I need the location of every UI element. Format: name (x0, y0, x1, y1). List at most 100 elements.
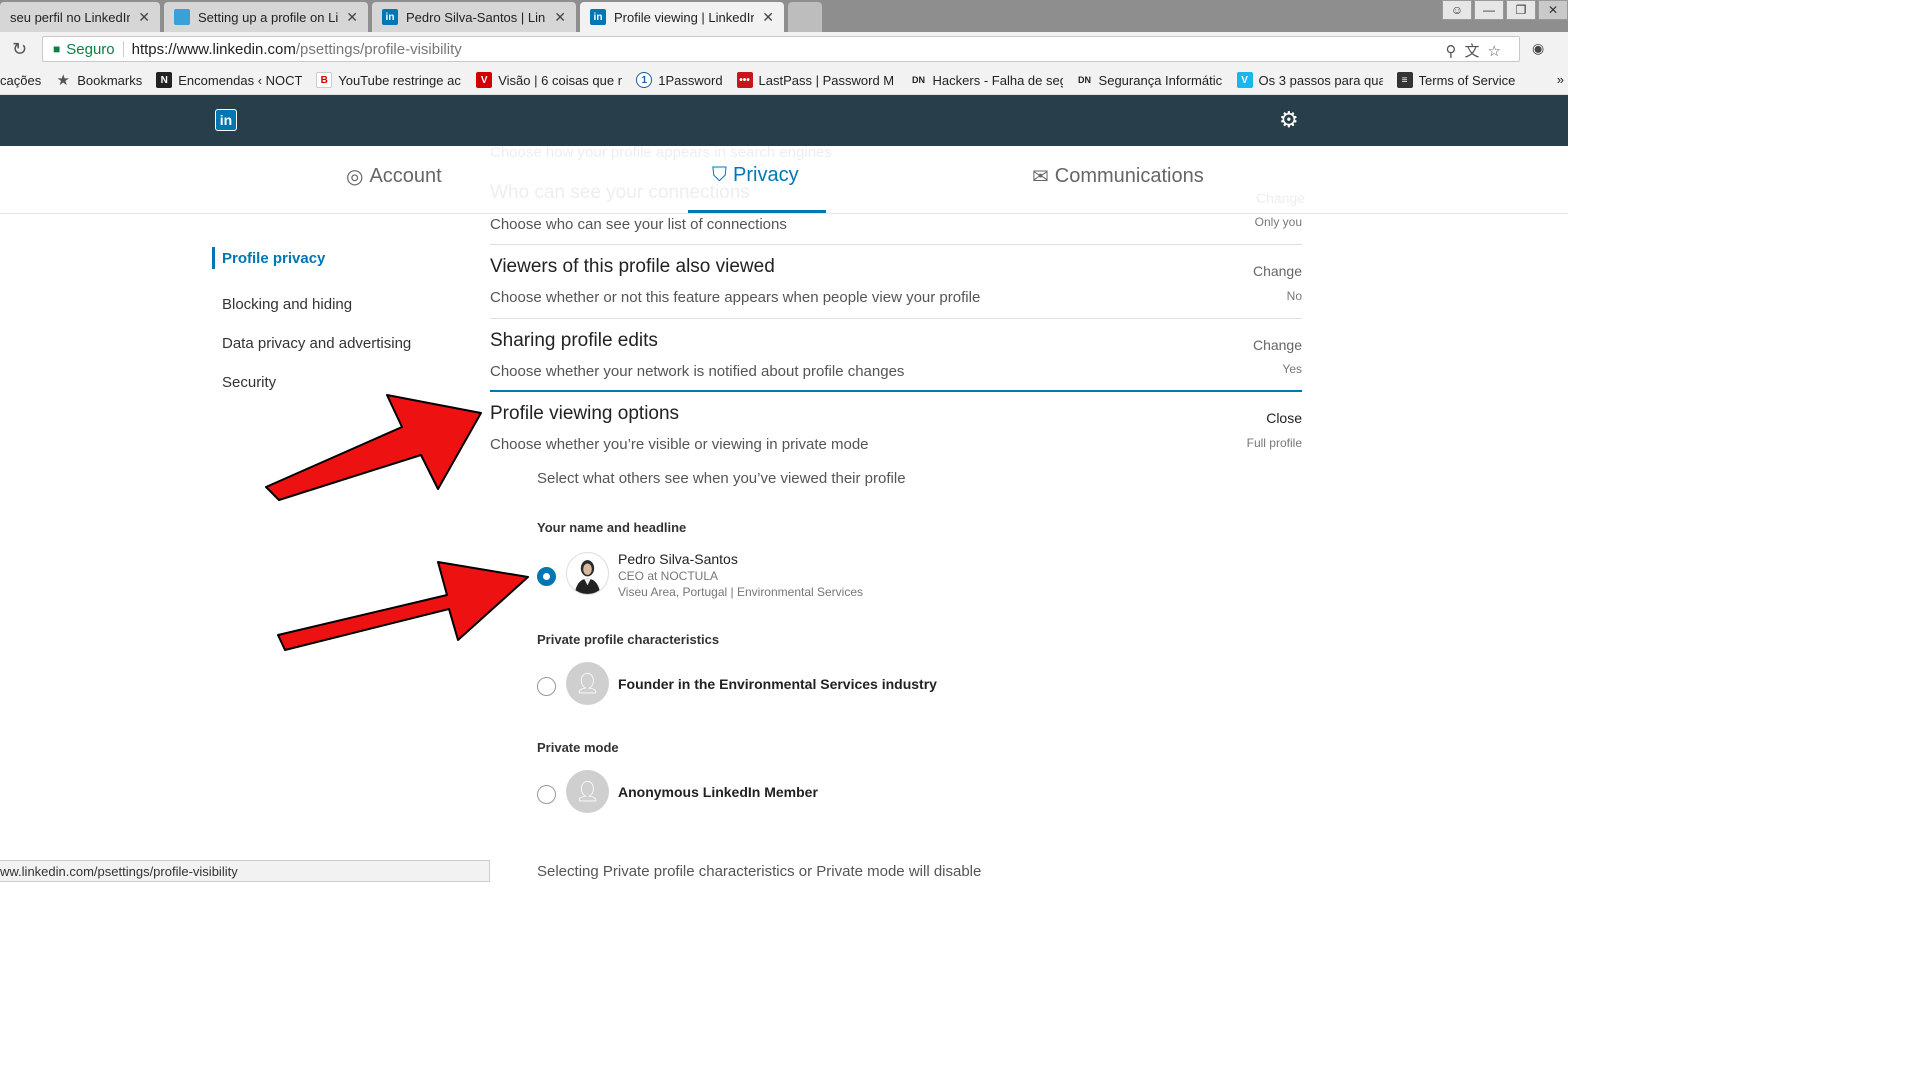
omnibox-separator (122, 41, 124, 57)
sidebar-item-label: Security (222, 374, 277, 391)
new-tab-button[interactable] (788, 2, 822, 32)
settings-nav: Choose how your profile appears in searc… (0, 144, 1568, 214)
site-favicon-icon (174, 9, 190, 25)
bookmark-label: Encomendas ‹ NOCTU (178, 72, 303, 88)
secure-label: Seguro (66, 40, 115, 58)
radio-private-mode[interactable] (537, 785, 556, 804)
tab-title: Pedro Silva-Santos | Link (406, 9, 547, 25)
avatar (566, 552, 609, 595)
extension-icon[interactable]: ◉ (1532, 40, 1552, 58)
close-tab-icon[interactable]: ✕ (762, 9, 774, 26)
sidebar-item-label: Data privacy and advertising (222, 335, 412, 352)
option-name: Anonymous LinkedIn Member (618, 784, 818, 800)
linkedin-logo-icon[interactable]: in (215, 109, 237, 131)
divider (490, 244, 1302, 245)
option-name: Founder in the Environmental Services in… (618, 676, 937, 692)
divider (490, 318, 1302, 319)
private-mode-footnote: Selecting Private profile characteristic… (537, 863, 982, 880)
tab-privacy[interactable]: ⛉ Privacy (712, 164, 799, 187)
linkedin-favicon-icon: in (382, 9, 398, 25)
dn-icon: DN (1078, 75, 1092, 85)
radio-private-characteristics[interactable] (537, 677, 556, 696)
bookmark-item[interactable]: ••• LastPass | Password M (736, 72, 897, 88)
dn-icon: DN (912, 75, 926, 85)
option-heading: Private mode (537, 740, 619, 755)
sidebar-item-profile-privacy[interactable]: Profile privacy (212, 247, 411, 269)
bookmark-label: Bookmarks (77, 72, 143, 88)
status-bar: ww.linkedin.com/psettings/profile-visibi… (0, 860, 490, 882)
radio-name-and-headline[interactable] (537, 567, 556, 586)
sidebar-item-data-privacy[interactable]: Data privacy and advertising (212, 324, 411, 363)
zoom-icon[interactable]: ⚲ (1446, 43, 1465, 60)
reload-icon[interactable]: ↻ (12, 39, 27, 60)
translate-icon[interactable]: 文 (1465, 43, 1488, 60)
scrolled-behind-text: Choose how your profile appears in searc… (490, 144, 832, 161)
user-profile-icon[interactable]: ☺ (1442, 0, 1472, 20)
tab-label: Privacy (733, 164, 799, 186)
sharing-change-button[interactable]: Change (1253, 337, 1302, 353)
profile-viewing-close-button[interactable]: Close (1266, 410, 1302, 426)
viewers-setting-title[interactable]: Viewers of this profile also viewed (490, 256, 775, 278)
bookmark-label: Segurança Informátic (1098, 72, 1223, 88)
sidebar-item-label: Blocking and hiding (222, 296, 353, 313)
browser-tab-active[interactable]: in Profile viewing | LinkedIn ✕ (580, 2, 784, 32)
bookmark-item[interactable]: cações (0, 73, 41, 88)
browser-tab[interactable]: Setting up a profile on Li ✕ (164, 2, 368, 32)
option-name: Pedro Silva-Santos (618, 551, 738, 567)
browser-tab[interactable]: seu perfil no LinkedIn ✕ (0, 2, 160, 32)
lastpass-icon: ••• (736, 72, 753, 88)
bookmark-item[interactable]: DN Hackers - Falha de seg (911, 72, 1063, 88)
sidebar-item-security[interactable]: Security (212, 363, 411, 402)
bookmark-item[interactable]: V Os 3 passos para qual (1236, 72, 1383, 88)
close-window-icon[interactable]: ✕ (1538, 0, 1568, 20)
profile-viewing-title[interactable]: Profile viewing options (490, 403, 679, 425)
tab-communications[interactable]: ✉ Communications (1032, 164, 1204, 189)
bookmark-label: Visão | 6 coisas que n (498, 72, 623, 88)
url-host: https://www.linkedin.com (131, 40, 296, 58)
url-input[interactable]: ■ Seguro https://www.linkedin.com/psetti… (42, 36, 1520, 62)
b9-icon: B (316, 72, 333, 88)
minimize-icon[interactable]: — (1474, 0, 1504, 20)
profile-viewing-value: Full profile (1246, 436, 1302, 450)
vimeo-icon: V (1236, 72, 1253, 88)
person-silhouette-icon: 👤︎ (574, 781, 601, 803)
envelope-icon: ✉ (1032, 166, 1049, 188)
bookmarks-overflow-button[interactable]: » (1557, 72, 1564, 87)
sharing-setting-title[interactable]: Sharing profile edits (490, 330, 658, 352)
bookmark-label: Os 3 passos para qual (1258, 72, 1383, 88)
close-tab-icon[interactable]: ✕ (346, 9, 358, 26)
bookmark-item[interactable]: N Encomendas ‹ NOCTU (156, 72, 302, 88)
viewers-value: No (1286, 289, 1302, 303)
maximize-icon[interactable]: ❐ (1506, 0, 1536, 20)
bookmark-label: YouTube restringe ac (338, 72, 461, 88)
tab-account[interactable]: ◎ Account (346, 164, 442, 189)
tab-label: Communications (1054, 165, 1204, 187)
bookmark-label: cações (0, 72, 42, 88)
gear-icon[interactable]: ⚙ (1279, 107, 1299, 133)
bookmark-item[interactable]: V Visão | 6 coisas que n (476, 72, 622, 88)
window-controls: ☺ — ❐ ✕ (1440, 0, 1568, 24)
close-tab-icon[interactable]: ✕ (554, 9, 566, 26)
viewers-change-button[interactable]: Change (1253, 263, 1302, 279)
bookmark-item[interactable]: 1 1Password (636, 72, 723, 88)
bookmark-item[interactable]: ★ Bookmarks (55, 72, 143, 89)
bookmark-item[interactable]: B YouTube restringe ac (316, 72, 462, 88)
lock-icon: ■ (53, 42, 61, 56)
browser-tab[interactable]: in Pedro Silva-Santos | Link ✕ (372, 2, 576, 32)
bookmark-item[interactable]: ≡ Terms of Service (1396, 72, 1515, 88)
active-tab-indicator (688, 210, 826, 213)
option-headline: CEO at NOCTULA (618, 569, 719, 583)
red-arrow-annotation (277, 561, 529, 651)
omnibox-actions: ⚲文☆ (1446, 40, 1509, 61)
bookmark-star-icon[interactable]: ☆ (1488, 43, 1509, 60)
scrolled-behind-text: Change (1256, 190, 1306, 206)
shield-icon: ⛉ (712, 164, 727, 186)
tab-title: seu perfil no LinkedIn (10, 9, 131, 25)
close-tab-icon[interactable]: ✕ (138, 9, 150, 26)
sharing-description: Choose whether your network is notified … (490, 363, 905, 380)
url-path: /psettings/profile-visibility (295, 40, 462, 58)
sidebar-item-blocking-and-hiding[interactable]: Blocking and hiding (212, 285, 411, 324)
bookmark-item[interactable]: DN Segurança Informátic (1077, 72, 1223, 88)
expanded-section-divider (490, 390, 1302, 392)
visao-icon: V (476, 72, 493, 88)
